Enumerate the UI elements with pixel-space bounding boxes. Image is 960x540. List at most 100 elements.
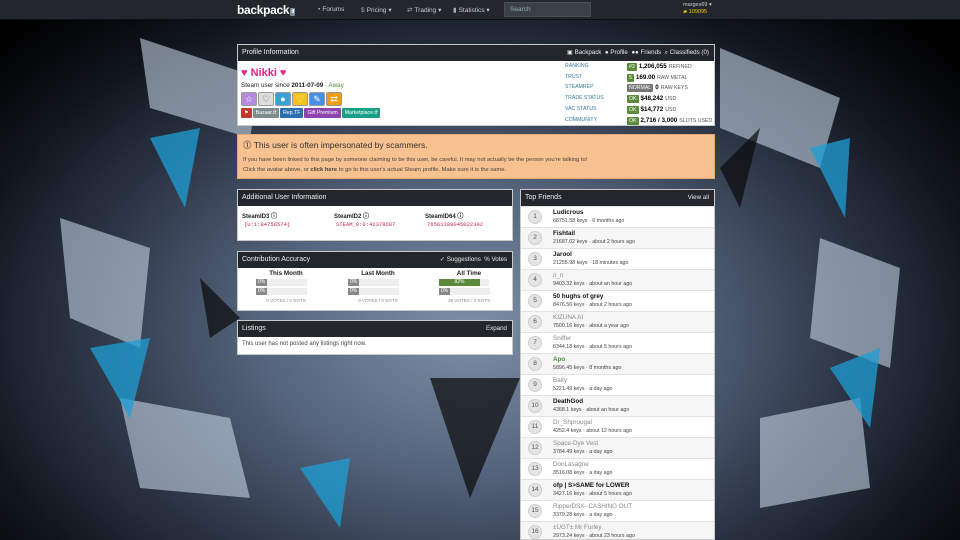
star-badge-icon[interactable]: ☆ xyxy=(241,92,257,106)
friend-rank: 2 xyxy=(528,231,542,245)
stat-label: COMMUNITY xyxy=(565,116,597,123)
suggestions-toggle[interactable]: ✓ Suggestions xyxy=(440,256,481,263)
chevron-down-icon: ▾ xyxy=(486,7,490,14)
reptf-link[interactable]: Rep.TF xyxy=(280,108,304,118)
tab-classifieds[interactable]: ⌕ Classifieds (0) xyxy=(665,49,709,56)
panel-title: Profile Information xyxy=(242,49,299,56)
friend-name[interactable]: n_n xyxy=(553,272,564,279)
stat-number: 0 xyxy=(655,84,659,92)
friend-rank: 15 xyxy=(528,504,542,518)
nav-forums[interactable]: ▪ Forums xyxy=(318,6,344,13)
accuracy-fill: 82% xyxy=(439,279,480,286)
friend-name[interactable]: Sniffer xyxy=(553,335,571,342)
exchange-badge-icon[interactable]: ⇄ xyxy=(326,92,342,106)
friend-row[interactable]: 9 Baity 5221.49 keys · a day ago xyxy=(521,374,714,395)
steam-profile-link[interactable]: click here xyxy=(310,167,337,173)
votes-toggle[interactable]: % Votes xyxy=(484,256,507,263)
friend-row[interactable]: 7 Sniffer 6344.18 keys · about 5 hours ago xyxy=(521,332,714,353)
stat-value[interactable]: #3 1,206,055 REFINED xyxy=(627,63,692,71)
friend-name[interactable]: ofp | S>SAME for LOWER xyxy=(553,482,629,489)
nav-trading[interactable]: ⇄ Trading ▾ xyxy=(407,6,441,14)
stat-value[interactable]: NORMAL 0 RAW KEYS xyxy=(627,84,688,93)
friend-info: 6344.18 keys · about 5 hours ago xyxy=(553,344,632,350)
username: marges69 xyxy=(683,2,708,8)
accuracy-bar: 0% xyxy=(439,288,499,296)
additional-info-header: Additional User Information xyxy=(238,190,512,206)
expand-button[interactable]: Expand xyxy=(486,325,507,332)
friend-row[interactable]: 14 ofp | S>SAME for LOWER 3427.16 keys · a… xyxy=(521,479,714,500)
steamid2-value[interactable]: STEAM_0:0:42378287 xyxy=(336,221,395,228)
nav-pricing[interactable]: $ Pricing ▾ xyxy=(361,6,392,14)
accuracy-percent: 0% xyxy=(348,279,360,286)
friend-name[interactable]: DeathGod xyxy=(553,398,583,405)
vote-count: 39 VOTES / 0 SGTS xyxy=(447,297,491,303)
view-all-friends-link[interactable]: View all xyxy=(688,194,709,201)
friend-row[interactable]: 6 KIZUNA AI 7500.16 keys · about a year ag… xyxy=(521,311,714,332)
friend-name[interactable]: 50 hughs of grey xyxy=(553,293,603,300)
steamid64-value[interactable]: 76561198045022302 xyxy=(427,221,483,228)
wrench-badge-icon[interactable]: ✎ xyxy=(309,92,325,106)
friend-info: 3427.16 keys · about 5 hours ago xyxy=(553,491,632,497)
friend-row[interactable]: 11 Dr_Shprougal 4252.4 keys · about 12 hou… xyxy=(521,416,714,437)
friend-name[interactable]: KIZUNA AI xyxy=(553,314,583,321)
friend-row[interactable]: 16 ±UGT± Mr Furley 2973.24 keys · about 23… xyxy=(521,521,714,539)
accuracy-column: This Month 0% 0% 0 VOTES / 0 SGTS xyxy=(256,270,316,303)
stat-label: TRADE STATUS xyxy=(565,95,604,102)
tab-friends[interactable]: ●● Friends xyxy=(631,49,661,56)
friend-name[interactable]: Baity xyxy=(553,377,567,384)
friend-info: 68751.58 keys · 6 months ago xyxy=(553,218,625,224)
exchange-icon: ⇄ xyxy=(407,7,413,14)
bazaar-link[interactable]: Bazaar.tf xyxy=(252,108,280,118)
stat-row: VAC STATUS OK $14,772 USD xyxy=(565,105,715,116)
stat-value[interactable]: OK 2,716 / 3,000 SLOTS USED xyxy=(627,116,712,125)
friend-row[interactable]: 4 n_n 9403.32 keys · about an hour ago xyxy=(521,269,714,290)
accuracy-track xyxy=(267,288,308,296)
tab-profile[interactable]: ● Profile xyxy=(605,49,628,56)
additional-info-panel: Additional User Information SteamID3 ⓘ [… xyxy=(237,189,513,241)
friend-name[interactable]: ±UGT± Mr Furley xyxy=(553,524,602,531)
friend-name[interactable]: Dr_Shprougal xyxy=(553,419,592,426)
friend-name[interactable]: Ludicrous xyxy=(553,209,583,216)
friend-name[interactable]: DonLasagne xyxy=(553,461,589,468)
site-logo[interactable]: backpack tf xyxy=(237,3,296,17)
circle-badge-icon[interactable]: ● xyxy=(275,92,291,106)
warning-text-1: If you have been linked to this page by … xyxy=(243,157,588,163)
friend-row[interactable]: 15 RipperDSX- CASHING OUT 3379.28 keys · a… xyxy=(521,500,714,521)
stat-value[interactable]: 5 169.00 RAW METAL xyxy=(627,73,687,82)
accuracy-track xyxy=(359,288,400,296)
steamid3-label: SteamID3 ⓘ xyxy=(242,214,278,220)
friend-row[interactable]: 1 Ludicrous 68751.58 keys · 6 months ago xyxy=(521,206,714,227)
friend-row[interactable]: 5 50 hughs of grey 8476.56 keys · about 2 … xyxy=(521,290,714,311)
friend-rank: 9 xyxy=(528,378,542,392)
heart-badge-icon[interactable]: ♡ xyxy=(258,92,274,106)
friend-name[interactable]: Fishtail xyxy=(553,230,575,237)
friend-row[interactable]: 3 Jarool 21255.98 keys · 18 minutes ago xyxy=(521,248,714,269)
top-friends-panel: Top Friends View all 1 Ludicrous 68751.58 k… xyxy=(520,189,715,540)
heart-gold-badge-icon[interactable]: ♡ xyxy=(292,92,308,106)
gift-premium-link[interactable]: Gift Premium xyxy=(304,108,341,118)
friend-row[interactable]: 10 DeathGod 4368.1 keys · about an hour ag… xyxy=(521,395,714,416)
friend-name[interactable]: Apo xyxy=(553,356,565,363)
marketplace-link[interactable]: Marketplace.tf xyxy=(341,108,381,118)
search-input[interactable]: Search xyxy=(504,2,591,17)
warning-text-2: Click the avatar above, or click here to… xyxy=(243,167,507,173)
friend-row[interactable]: 12 Space-Dye Vest 3784.49 keys · a day ago xyxy=(521,437,714,458)
friend-rank: 10 xyxy=(528,399,542,413)
friend-name[interactable]: Space-Dye Vest xyxy=(553,440,598,447)
stat-value[interactable]: OK $14,772 USD xyxy=(627,105,677,114)
stat-number: 1,206,055 xyxy=(638,63,667,70)
tab-backpack[interactable]: ▣ Backpack xyxy=(567,49,601,56)
steam-since: Steam user since 2011-07-09 · Away xyxy=(241,82,344,89)
nav-statistics[interactable]: ▮ Statistics ▾ xyxy=(453,6,490,14)
report-flag-button[interactable]: ⚑ xyxy=(241,108,252,118)
friend-row[interactable]: 13 DonLasagne 3516.08 keys · a day ago xyxy=(521,458,714,479)
friend-name[interactable]: RipperDSX- CASHING OUT xyxy=(553,503,632,510)
friend-name[interactable]: Jarool xyxy=(553,251,572,258)
steamid3-value[interactable]: [U:1:84756574] xyxy=(244,221,290,228)
user-menu[interactable]: marges69 ▾ ▰ 109095 xyxy=(683,2,712,16)
friend-row[interactable]: 2 Fishtail 21687.02 keys · about 2 hours a… xyxy=(521,227,714,248)
stat-unit: USD xyxy=(665,106,677,113)
stat-value[interactable]: OK $48,242 USD xyxy=(627,95,676,104)
friend-row[interactable]: 8 Apo 5896.45 keys · 8 months ago xyxy=(521,353,714,374)
stat-badge: 5 xyxy=(627,73,634,82)
